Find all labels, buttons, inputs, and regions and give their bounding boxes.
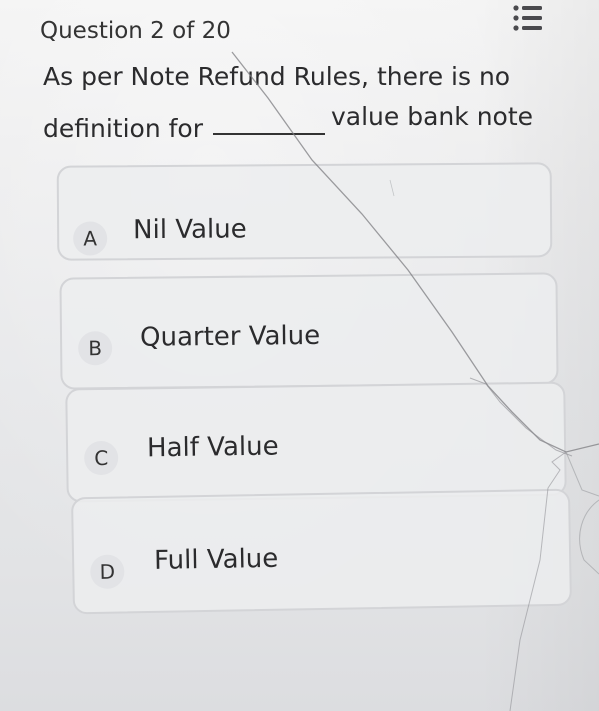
list-icon[interactable] [512, 2, 544, 34]
option-c-letter: C [83, 440, 119, 476]
option-a-label: Nil Value [133, 214, 247, 246]
option-c[interactable]: C Half Value [65, 381, 567, 503]
option-a-letter: A [73, 221, 108, 256]
option-b[interactable]: B Quarter Value [59, 272, 559, 390]
fill-in-blank [213, 133, 325, 135]
question-line-2-after: value bank note [331, 102, 534, 131]
option-c-label: Half Value [146, 431, 279, 464]
question-counter: Question 2 of 20 [40, 18, 231, 44]
option-b-label: Quarter Value [139, 320, 321, 353]
question-line-1: As per Note Refund Rules, there is no [43, 62, 511, 91]
question-line-2-before: definition for [43, 114, 203, 143]
option-b-letter: B [77, 331, 113, 366]
option-d[interactable]: D Full Value [71, 488, 572, 615]
option-d-label: Full Value [153, 543, 279, 576]
option-a[interactable]: A Nil Value [56, 162, 553, 261]
question-line-2: definition for value bank note [43, 102, 533, 143]
option-d-letter: D [90, 554, 125, 590]
